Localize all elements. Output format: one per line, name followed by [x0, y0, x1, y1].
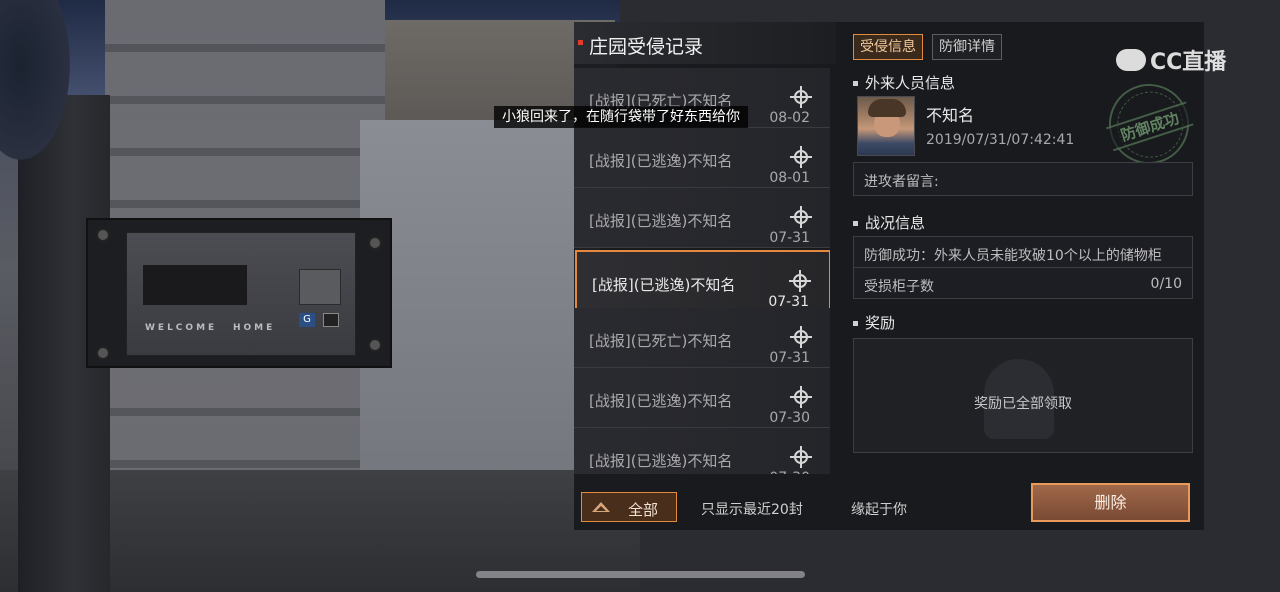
reward-box: 奖励已全部领取: [853, 338, 1193, 453]
stream-watermark: CC直播: [1116, 44, 1226, 76]
defense-success-stamp: 防御成功: [1098, 73, 1200, 175]
reward-status: 奖励已全部领取: [974, 396, 1072, 412]
record-row[interactable]: [战报](已逃逸)不知名 08-01: [574, 128, 830, 188]
plate-word-welcome: WELCOME: [145, 323, 218, 333]
crosshair-icon[interactable]: [790, 386, 812, 408]
crosshair-icon[interactable]: [790, 146, 812, 168]
battle-result-text: 防御成功：外来人员未能攻破10个以上的储物柜: [864, 248, 1162, 264]
attacker-message-label: 进攻者留言:: [864, 174, 939, 190]
home-indicator[interactable]: [476, 571, 805, 578]
scene-tree: [0, 0, 70, 160]
plate-panel: G WELCOME HOME: [126, 232, 356, 356]
record-row[interactable]: [战报](已死亡)不知名 07-31: [574, 308, 830, 368]
record-title: [战报](已逃逸)不知名: [589, 452, 733, 470]
record-row[interactable]: [战报](已逃逸)不知名 07-30: [574, 368, 830, 428]
record-title: [战报](已死亡)不知名: [589, 332, 733, 350]
bullet-icon: [853, 221, 858, 226]
attacker-message-box: 进攻者留言:: [853, 162, 1193, 196]
record-date: 07-30: [769, 410, 810, 426]
tab-defense-detail[interactable]: 防御详情: [932, 34, 1002, 60]
record-title: [战报](已逃逸)不知名: [592, 276, 736, 294]
cloud-logo-icon: [1116, 49, 1146, 71]
recent-limit-note: 只显示最近20封: [701, 502, 803, 518]
record-row-selected[interactable]: [战报](已逃逸)不知名 07-31: [575, 250, 830, 310]
damaged-cabinets-label: 受损柜子数: [864, 279, 934, 295]
bullet-icon: [853, 321, 858, 326]
crosshair-icon[interactable]: [789, 270, 811, 292]
intrusion-time: 2019/07/31/07:42:41: [926, 132, 1075, 148]
notification-toast: 小狼回来了，在随行袋带了好东西给你: [494, 106, 748, 128]
record-row[interactable]: [战报](已逃逸)不知名 07-30: [574, 428, 830, 474]
panel-title: 庄园受侵记录: [589, 36, 704, 58]
bullet-icon: [853, 81, 858, 86]
section-battle-label: 战况信息: [865, 214, 926, 232]
screw-icon: [368, 236, 382, 250]
crosshair-icon[interactable]: [790, 326, 812, 348]
filter-triangle-icon: [592, 502, 610, 512]
filter-all-label: 全部: [628, 501, 659, 519]
plate-word-home: HOME: [233, 323, 276, 333]
section-battle-heading: 战况信息: [853, 212, 925, 233]
filter-all-button[interactable]: 全部: [581, 492, 677, 522]
plate-home-button: [323, 313, 339, 327]
plate-camera: [299, 269, 341, 305]
section-intruder-label: 外来人员信息: [865, 74, 956, 92]
watermark-text: CC直播: [1150, 50, 1227, 75]
crosshair-icon[interactable]: [790, 206, 812, 228]
doorbell-plate: G WELCOME HOME: [86, 218, 392, 368]
screw-icon: [96, 228, 110, 242]
record-title: [战报](已逃逸)不知名: [589, 392, 733, 410]
record-date: 07-31: [769, 350, 810, 366]
record-row[interactable]: [战报](已逃逸)不知名 07-31: [574, 188, 830, 248]
screw-icon: [96, 346, 110, 360]
screw-icon: [368, 338, 382, 352]
record-date: 07-31: [769, 230, 810, 246]
record-list[interactable]: [战报](已死亡)不知名 08-02 [战报](已逃逸)不知名 08-01 [战…: [574, 68, 830, 474]
credit-text: 缘起于你: [851, 502, 907, 518]
panel-header: 庄园受侵记录: [574, 22, 836, 64]
record-date: 08-01: [769, 170, 810, 186]
section-reward-heading: 奖励: [853, 312, 895, 333]
record-date: 07-30: [769, 470, 810, 474]
plate-button: G: [299, 313, 315, 327]
intrusion-record-panel: 庄园受侵记录 [战报](已死亡)不知名 08-02 [战报](已逃逸)不知名 0…: [574, 22, 1204, 530]
tab-intrusion-info[interactable]: 受侵信息: [853, 34, 923, 60]
record-list-column: 庄园受侵记录 [战报](已死亡)不知名 08-02 [战报](已逃逸)不知名 0…: [574, 22, 836, 530]
record-date: 08-02: [769, 110, 810, 126]
record-title: [战报](已逃逸)不知名: [589, 152, 733, 170]
section-intruder-heading: 外来人员信息: [853, 72, 955, 93]
title-marker-icon: [578, 40, 583, 45]
delete-button[interactable]: 删除: [1031, 483, 1190, 522]
plate-display: [143, 265, 247, 305]
crosshair-icon[interactable]: [790, 86, 812, 108]
section-reward-label: 奖励: [865, 314, 896, 332]
damaged-cabinets-value: 0/10: [1150, 276, 1182, 292]
battle-result-box: 防御成功：外来人员未能攻破10个以上的储物柜: [853, 236, 1193, 268]
record-title: [战报](已逃逸)不知名: [589, 212, 733, 230]
crosshair-icon[interactable]: [790, 446, 812, 468]
damaged-cabinets-box: 受损柜子数 0/10: [853, 267, 1193, 299]
avatar-hair: [868, 99, 906, 117]
intruder-avatar: [857, 96, 915, 156]
intruder-name: 不知名: [926, 106, 975, 125]
